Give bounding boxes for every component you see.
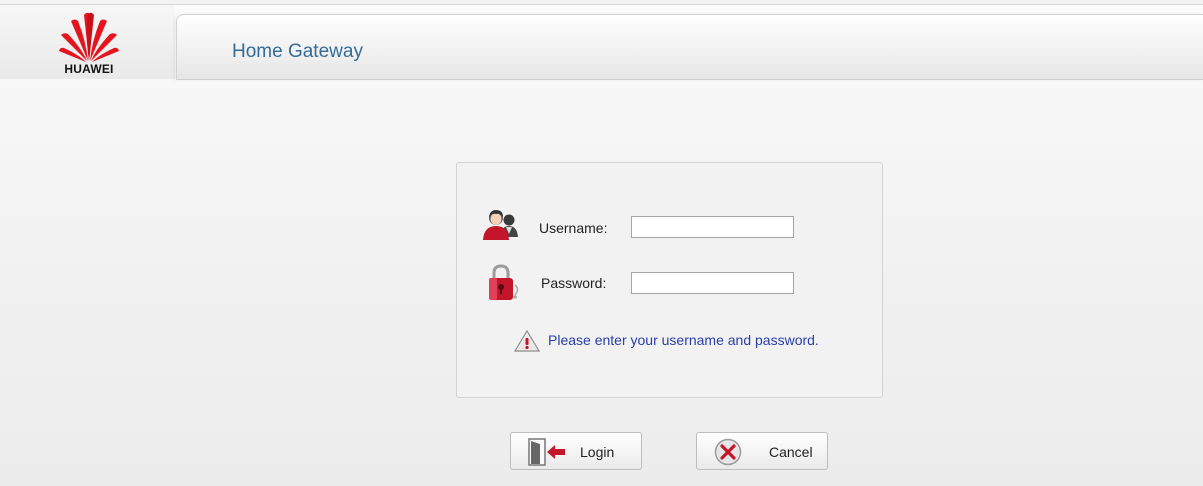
warning-triangle-icon xyxy=(514,330,540,352)
cancel-button[interactable]: Cancel xyxy=(696,432,828,470)
login-button[interactable]: Login xyxy=(510,432,642,470)
brand-name: HUAWEI xyxy=(64,62,114,76)
huawei-logo-icon xyxy=(59,12,119,62)
username-label: Username: xyxy=(539,220,608,236)
cancel-button-label: Cancel xyxy=(769,444,813,460)
logo-area: HUAWEI xyxy=(0,5,175,79)
header-bar: Home Gateway xyxy=(176,14,1203,80)
user-icon xyxy=(483,210,518,240)
lock-icon xyxy=(489,264,519,300)
password-input[interactable] xyxy=(631,272,794,294)
cancel-x-icon xyxy=(714,438,742,466)
top-border-line xyxy=(0,0,1203,5)
page-title: Home Gateway xyxy=(232,41,363,62)
login-button-label: Login xyxy=(580,444,615,460)
password-label: Password: xyxy=(541,275,607,291)
login-message: Please enter your username and password. xyxy=(548,332,819,348)
username-input[interactable] xyxy=(631,216,794,238)
door-arrow-icon xyxy=(528,438,565,466)
